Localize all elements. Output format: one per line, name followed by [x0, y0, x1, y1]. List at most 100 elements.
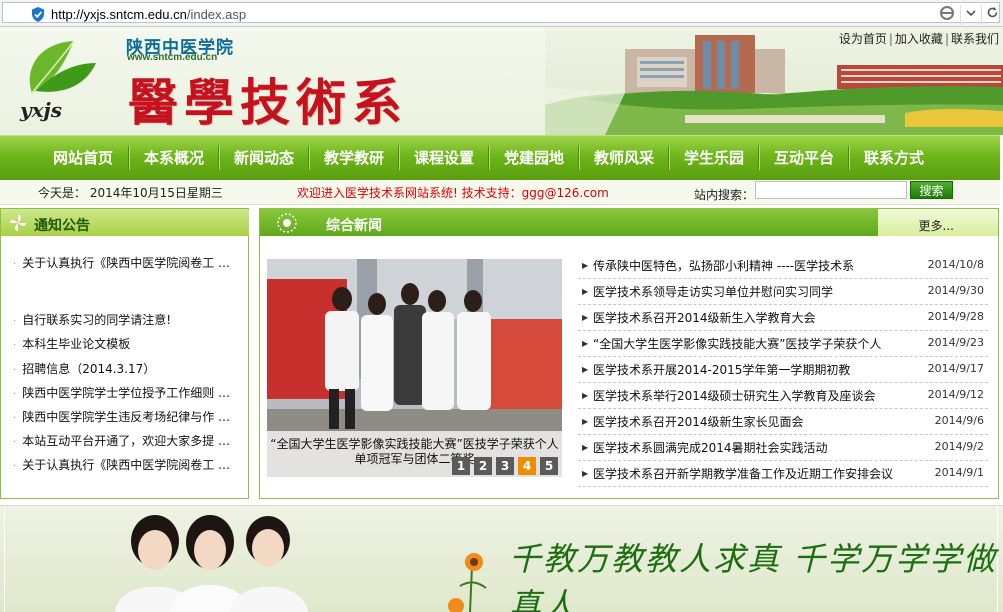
news-title-link[interactable]: 医学技术系圆满完成2014暑期社会实践活动 — [593, 439, 893, 456]
flower-icon — [277, 213, 297, 233]
top-links: 设为首页 | 加入收藏 | 联系我们 — [839, 30, 999, 47]
nav-item-news[interactable]: 新闻动态 — [220, 136, 308, 180]
main-nav: 网站首页 本系概况 新闻动态 教学教研 课程设置 党建园地 教师风采 学生乐园 … — [0, 135, 1000, 181]
compat-view-icon[interactable] — [937, 5, 957, 25]
news-row[interactable]: ▶ 医学技术系举行2014级硕士研究生入学教育及座谈会 2014/9/12 — [578, 383, 988, 409]
news-row[interactable]: ▶ 医学技术系召开新学期教学准备工作及近期工作安排会议 2014/9/1 — [578, 461, 988, 487]
list-item[interactable]: · 陕西中医学院学生违反考场纪律与作 … — [13, 408, 230, 425]
url-host: http://yxjs.sntcm.edu.cn — [51, 7, 187, 22]
search-button[interactable]: 搜索 — [910, 181, 953, 199]
news-date: 2014/9/12 — [927, 388, 984, 401]
list-item[interactable]: · 关于认真执行《陕西中医学院阅卷工 … — [13, 254, 230, 271]
bullet: · — [13, 316, 17, 327]
news-date: 2014/9/6 — [934, 414, 984, 427]
nav-item-courses[interactable]: 课程设置 — [400, 136, 488, 180]
slide-page-button-active[interactable]: 4 — [518, 457, 536, 475]
news-title-link[interactable]: 医学技术系领导走访实习单位并慰问实习同学 — [593, 283, 893, 300]
search-label: 站内搜索： — [694, 188, 755, 202]
news-date: 2014/9/17 — [927, 362, 984, 375]
notice-link[interactable]: 招聘信息（2014.3.17） — [22, 362, 155, 376]
more-link[interactable]: 更多... — [919, 217, 954, 234]
browser-address-bar: http://yxjs.sntcm.edu.cn/index.asp — [0, 0, 1003, 27]
bullet-icon: ▶ — [582, 261, 589, 270]
students-illustration — [115, 515, 487, 612]
bullet-icon: ▶ — [582, 391, 589, 400]
news-date: 2014/9/28 — [927, 310, 984, 323]
notice-link[interactable]: 关于认真执行《陕西中医学院阅卷工 … — [22, 256, 230, 270]
search-input[interactable] — [755, 181, 907, 199]
list-item[interactable]: · 本科生毕业论文模板 — [13, 335, 130, 352]
news-row[interactable]: ▶ 医学技术系圆满完成2014暑期社会实践活动 2014/9/2 — [578, 435, 988, 461]
bullet: · — [13, 340, 17, 351]
list-item[interactable]: · 本站互动平台开通了，欢迎大家多提 … — [13, 432, 230, 449]
news-title-link[interactable]: 医学技术系开展2014-2015学年第一学期期初教 — [593, 361, 893, 378]
logo[interactable]: yxjs — [14, 33, 104, 128]
slide-page-button[interactable]: 3 — [496, 457, 514, 475]
slide-pager: 12345 — [448, 457, 558, 475]
news-row[interactable]: ▶ 医学技术系召开2014级新生家长见面会 2014/9/6 — [578, 409, 988, 435]
nav-item-interactive[interactable]: 互动平台 — [760, 136, 848, 180]
nav-item-overview[interactable]: 本系概况 — [130, 136, 218, 180]
slide-page-button[interactable]: 2 — [474, 457, 492, 475]
bullet: · — [13, 389, 17, 400]
nav-item-party[interactable]: 党建园地 — [490, 136, 578, 180]
news-row[interactable]: ▶ 医学技术系召开2014级新生入学教育大会 2014/9/28 — [578, 305, 988, 331]
slide-page-button[interactable]: 5 — [540, 457, 558, 475]
chevron-down-icon[interactable] — [960, 5, 981, 25]
address-field[interactable]: http://yxjs.sntcm.edu.cn/index.asp — [2, 2, 1002, 25]
news-title-link[interactable]: 医学技术系召开2014级新生家长见面会 — [593, 413, 893, 430]
news-panel: 综合新闻 更多... “全国大学生医学影像实践技能大赛”医技学子荣获个人单项冠军… — [259, 208, 999, 499]
news-title-link[interactable]: 医学技术系召开2014级新生入学教育大会 — [593, 309, 893, 326]
bullet-icon: ▶ — [582, 417, 589, 426]
bullet: · — [13, 259, 17, 270]
nav-item-contact[interactable]: 联系方式 — [850, 136, 938, 180]
notice-header: 通知公告 — [1, 209, 249, 236]
nav-divider — [488, 136, 490, 180]
header-banner: yxjs 陕西中医学院 www.sntcm.edu.cn 醫學技術系 设为首页 |… — [0, 27, 1003, 135]
list-item[interactable]: · 关于认真执行《陕西中医学院阅卷工 … — [13, 456, 230, 473]
list-item[interactable]: · 陕西中医学院学士学位授予工作细则 … — [13, 384, 230, 401]
nav-item-teaching[interactable]: 教学教研 — [310, 136, 398, 180]
notice-panel: 通知公告 · 关于认真执行《陕西中医学院阅卷工 … · 自行联系实习的同学请注意! … — [0, 208, 249, 499]
news-title-link[interactable]: 医学技术系召开新学期教学准备工作及近期工作安排会议 — [593, 465, 893, 482]
news-row[interactable]: ▶ 医学技术系领导走访实习单位并慰问实习同学 2014/9/30 — [578, 279, 988, 305]
refresh-icon[interactable] — [981, 5, 1002, 25]
notice-link[interactable]: 本科生毕业论文模板 — [22, 337, 130, 351]
slide-page-button[interactable]: 1 — [452, 457, 470, 475]
set-homepage-link[interactable]: 设为首页 — [839, 32, 887, 46]
nav-item-home[interactable]: 网站首页 — [38, 136, 128, 180]
add-favorite-link[interactable]: 加入收藏 — [895, 32, 943, 46]
nav-item-teachers[interactable]: 教师风采 — [580, 136, 668, 180]
news-date: 2014/9/2 — [934, 440, 984, 453]
bottom-banner: 千教万教教人求真 千学万学学做真人 — [0, 505, 1003, 612]
news-title-link[interactable]: 医学技术系举行2014级硕士研究生入学教育及座谈会 — [593, 387, 893, 404]
notice-link[interactable]: 本站互动平台开通了，欢迎大家多提 … — [22, 434, 230, 448]
list-item[interactable]: · 招聘信息（2014.3.17） — [13, 360, 155, 377]
notice-link[interactable]: 陕西中医学院学生违反考场纪律与作 … — [22, 410, 230, 424]
contact-us-link[interactable]: 联系我们 — [951, 32, 999, 46]
news-title-link[interactable]: 传承陕中医特色，弘扬邵小利精神 ----医学技术系 — [593, 257, 893, 274]
news-slideshow[interactable]: “全国大学生医学影像实践技能大赛”医技学子荣获个人单项冠军与团体二等奖 1234… — [267, 259, 562, 477]
notice-link[interactable]: 关于认真执行《陕西中医学院阅卷工 … — [22, 458, 230, 472]
nav-divider — [218, 136, 220, 180]
nav-divider — [128, 136, 130, 180]
bullet: · — [13, 437, 17, 448]
security-shield-icon — [32, 7, 44, 22]
notice-link[interactable]: 陕西中医学院学士学位授予工作细则 … — [22, 386, 230, 400]
nav-item-students[interactable]: 学生乐园 — [670, 136, 758, 180]
url-text[interactable]: http://yxjs.sntcm.edu.cn/index.asp — [51, 7, 246, 22]
divider: | — [944, 32, 949, 46]
bullet-icon: ▶ — [582, 365, 589, 374]
news-row[interactable]: ▶ 传承陕中医特色，弘扬邵小利精神 ----医学技术系 2014/10/8 — [578, 253, 988, 279]
news-date: 2014/10/8 — [927, 258, 984, 271]
welcome-text: 欢迎进入医学技术系网站系统! 技术支持：ggg@126.com — [297, 186, 609, 200]
notice-link[interactable]: 自行联系实习的同学请注意! — [22, 313, 171, 327]
list-item[interactable]: · 自行联系实习的同学请注意! — [13, 311, 171, 328]
news-row[interactable]: ▶ 医学技术系开展2014-2015学年第一学期期初教 2014/9/17 — [578, 357, 988, 383]
news-date: 2014/9/1 — [934, 466, 984, 479]
news-title-link[interactable]: “全国大学生医学影像实践技能大赛”医技学子荣获个人 — [593, 335, 893, 352]
notice-title: 通知公告 — [34, 218, 90, 234]
news-header: 综合新闻 更多... — [260, 209, 998, 236]
news-title: 综合新闻 — [326, 218, 382, 234]
news-row[interactable]: ▶ “全国大学生医学影像实践技能大赛”医技学子荣获个人 2014/9/23 — [578, 331, 988, 357]
